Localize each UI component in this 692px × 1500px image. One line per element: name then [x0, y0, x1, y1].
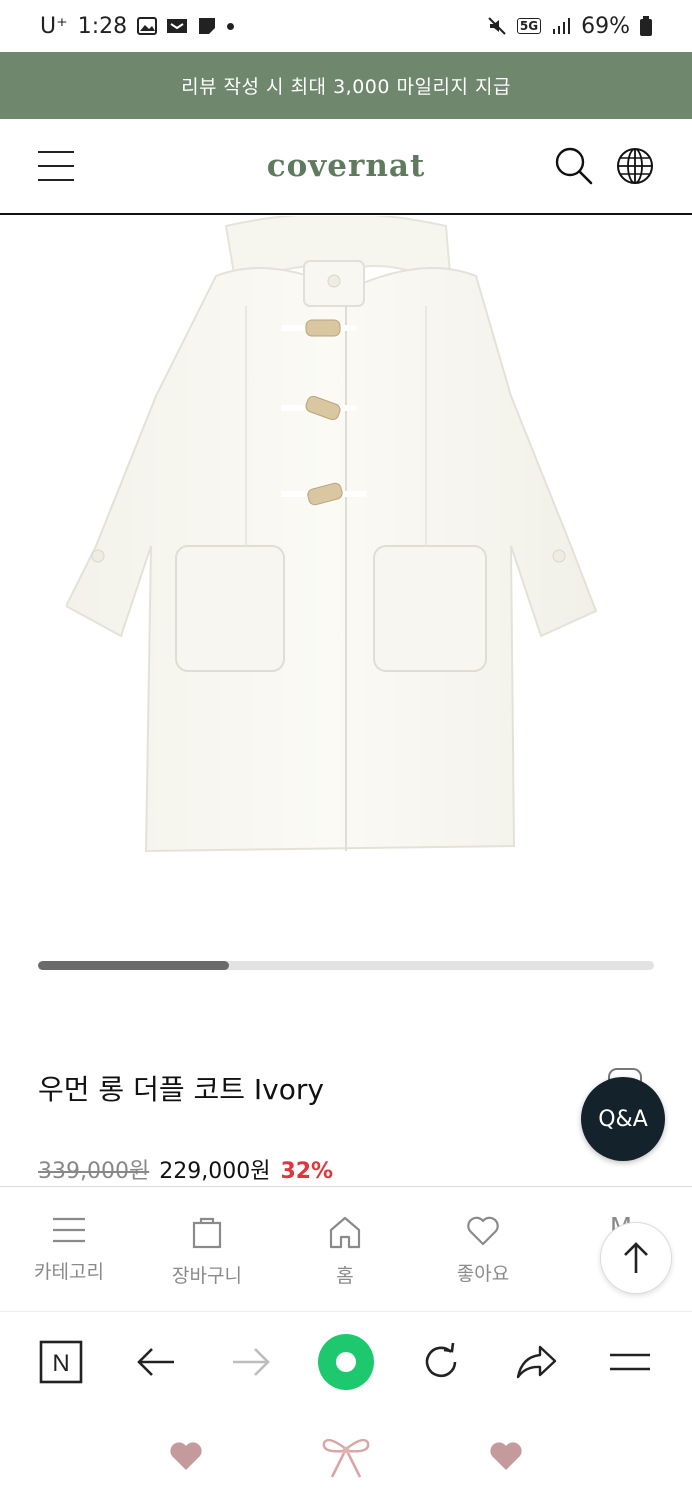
arrow-up-icon	[624, 1242, 648, 1273]
refresh-button[interactable]	[411, 1332, 471, 1392]
search-icon[interactable]	[554, 146, 594, 186]
duffle-coat-image	[66, 216, 598, 853]
discount-rate: 32%	[280, 1159, 334, 1184]
back-button[interactable]	[126, 1332, 186, 1392]
green-dot-icon	[317, 1333, 374, 1390]
svg-text:N: N	[53, 1350, 70, 1377]
refresh-icon	[425, 1342, 457, 1377]
battery-icon	[640, 16, 652, 36]
brand-logo[interactable]: covernat	[267, 148, 426, 184]
note-icon	[199, 18, 216, 34]
heart-icon	[467, 1216, 499, 1246]
clock: 1:28	[77, 13, 128, 39]
decorative-row	[0, 1411, 692, 1500]
network-label: 5G	[516, 18, 542, 34]
product-image[interactable]	[0, 216, 692, 946]
browser-toolbar: N	[0, 1311, 692, 1411]
naver-tabs-button[interactable]: N	[31, 1332, 91, 1392]
nav-item-likes[interactable]: 좋아요	[414, 1187, 552, 1310]
n-square-icon: N	[40, 1340, 83, 1383]
carrier-label: U⁺	[40, 13, 68, 39]
carousel-progress-bar[interactable]	[38, 961, 654, 970]
heart-decor-icon	[170, 1441, 202, 1470]
nav-item-cart[interactable]: 장바구니	[138, 1187, 276, 1310]
promo-banner[interactable]: 리뷰 작성 시 최대 3,000 마일리지 지급	[0, 52, 692, 119]
ribbon-bow-icon	[322, 1438, 370, 1478]
header-actions	[554, 146, 654, 186]
home-icon	[329, 1216, 361, 1249]
status-bar: U⁺ 1:28 5G 69%	[0, 0, 692, 52]
nav-label-home: 홈	[336, 1265, 354, 1287]
promo-text: 리뷰 작성 시 최대 3,000 마일리지 지급	[181, 76, 511, 98]
scroll-top-button[interactable]	[600, 1222, 672, 1294]
menu-icon	[610, 1353, 651, 1370]
app-notification-icon	[167, 19, 188, 33]
nav-label-likes: 좋아요	[456, 1263, 510, 1285]
forward-button[interactable]	[221, 1332, 281, 1392]
carousel-progress-fill	[38, 961, 229, 970]
arrow-right-icon	[233, 1347, 270, 1376]
site-header: covernat	[0, 119, 692, 215]
browser-menu-button[interactable]	[600, 1332, 660, 1392]
green-dot-button[interactable]	[316, 1332, 376, 1392]
qna-button[interactable]: Q&A	[581, 1077, 665, 1161]
status-right: 5G 69%	[487, 14, 652, 39]
menu-lines-icon	[53, 1217, 85, 1243]
nav-label-cart: 장바구니	[172, 1265, 242, 1287]
gallery-icon	[137, 17, 158, 35]
price-row: 339,000원 229,000원 32%	[38, 1153, 333, 1185]
more-notifications-dot	[227, 22, 235, 30]
nav-item-category[interactable]: 카테고리	[0, 1187, 138, 1310]
heart-decor-icon-2	[490, 1441, 522, 1470]
sale-price: 229,000원	[159, 1159, 271, 1184]
shopping-bag-icon	[192, 1217, 222, 1249]
nav-label-category: 카테고리	[34, 1261, 104, 1283]
nav-item-home[interactable]: 홈	[276, 1187, 414, 1310]
arrow-left-icon	[137, 1347, 175, 1376]
mute-icon	[488, 17, 506, 35]
hamburger-menu-icon[interactable]	[38, 151, 74, 181]
battery-percent: 69%	[581, 13, 630, 39]
share-button[interactable]	[506, 1332, 566, 1392]
signal-icon	[553, 18, 571, 34]
share-arrow-icon	[516, 1345, 556, 1378]
globe-icon[interactable]	[616, 147, 654, 185]
status-left: U⁺ 1:28	[40, 13, 235, 39]
product-title: 우먼 롱 더플 코트 Ivory	[38, 1073, 324, 1106]
qna-label: Q&A	[598, 1106, 648, 1132]
original-price: 339,000원	[38, 1159, 150, 1184]
site-bottom-nav: 카테고리 장바구니 홈 좋아요 M	[0, 1186, 692, 1310]
